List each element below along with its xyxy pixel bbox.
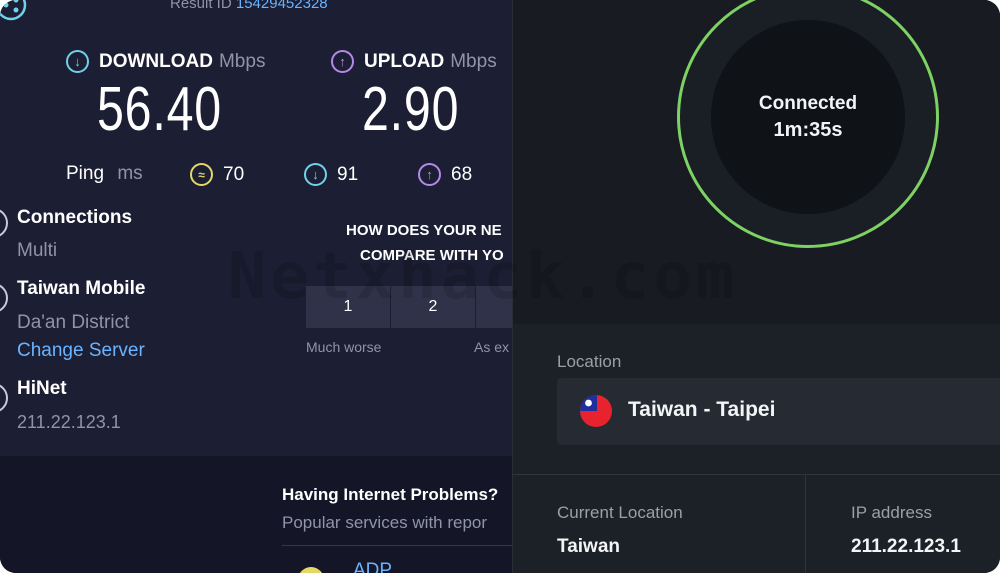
upload-label: UPLOAD	[364, 50, 445, 72]
upload-unit: Mbps	[450, 50, 497, 72]
survey-question-line1: HOW DOES YOUR NE	[346, 222, 502, 239]
survey-left-label: Much worse	[306, 339, 382, 355]
ping-label: Ping	[66, 163, 105, 184]
connection-timer: 1m:35s	[773, 119, 843, 141]
upload-value: 2.90	[362, 75, 460, 144]
problems-divider	[282, 545, 512, 546]
current-location-label: Current Location	[557, 503, 683, 522]
connections-value[interactable]: Multi	[17, 240, 57, 262]
isp-icon	[0, 383, 8, 413]
survey-option-1[interactable]: 1	[306, 286, 390, 328]
vpn-status-area: Connected 1m:35s	[513, 0, 1000, 324]
isp-ip: 211.22.123.1	[17, 412, 121, 432]
location-value: Taiwan - Taipei	[628, 398, 776, 421]
server-location: Da'an District	[17, 312, 130, 333]
connection-status: Connected	[758, 93, 858, 114]
taiwan-flag-icon	[580, 395, 612, 427]
problems-title: Having Internet Problems?	[282, 485, 499, 504]
upload-header: ↑ UPLOAD Mbps	[331, 50, 497, 73]
ping-idle-icon: ≈	[190, 163, 213, 186]
ping-download: ↓ 91	[304, 163, 358, 186]
survey-question-line2: COMPARE WITH YO	[360, 247, 504, 264]
download-header: ↓ DOWNLOAD Mbps	[66, 50, 265, 73]
download-unit: Mbps	[218, 50, 266, 72]
current-location-value: Taiwan	[557, 536, 620, 557]
server-name: Taiwan Mobile	[17, 278, 146, 299]
ping-download-icon: ↓	[304, 163, 327, 186]
result-id: Result ID 15429452328	[170, 0, 328, 12]
details-column-divider	[805, 475, 806, 573]
ping-idle-value: 70	[223, 163, 245, 185]
ip-address-label: IP address	[851, 503, 932, 522]
result-id-label: Result ID	[170, 0, 232, 12]
speedtest-panel: Result ID 15429452328 ↓ DOWNLOAD Mbps 56…	[0, 0, 512, 573]
result-id-link[interactable]: 15429452328	[236, 0, 328, 12]
survey-mid-label: As ex	[474, 339, 510, 355]
survey-option-1-label: 1	[343, 298, 353, 315]
isp-name: HiNet	[17, 378, 67, 399]
download-arrow-icon: ↓	[66, 50, 89, 73]
ping-download-value: 91	[337, 163, 359, 185]
screenshot-frame: Result ID 15429452328 ↓ DOWNLOAD Mbps 56…	[0, 0, 1000, 573]
location-selector[interactable]: Taiwan - Taipei	[557, 378, 1000, 445]
problems-item-adp[interactable]: ADP	[353, 560, 392, 573]
ping-idle: ≈ 70	[190, 163, 244, 186]
survey-option-2[interactable]: 2	[391, 286, 475, 328]
ping-upload-icon: ↑	[418, 163, 441, 186]
connection-inner-circle	[711, 20, 905, 214]
problems-section: Having Internet Problems? Popular servic…	[0, 456, 512, 573]
download-label: DOWNLOAD	[99, 50, 213, 72]
ping-upload-value: 68	[451, 163, 473, 185]
survey-option-3[interactable]	[476, 286, 512, 328]
download-value: 56.40	[97, 75, 222, 144]
ping-upload: ↑ 68	[418, 163, 472, 186]
server-icon	[0, 283, 8, 313]
vpn-panel: Connected 1m:35s Location Taiwan - Taipe…	[512, 0, 1000, 573]
problems-subtitle: Popular services with repor	[282, 513, 488, 532]
ping-unit: ms	[117, 163, 143, 184]
upload-arrow-icon: ↑	[331, 50, 354, 73]
connections-label: Connections	[17, 207, 133, 228]
vpn-details-area: Location Taiwan - Taipei Current Locatio…	[513, 324, 1000, 573]
share-icon[interactable]	[0, 0, 28, 22]
change-server-link[interactable]: Change Server	[17, 340, 145, 362]
details-divider	[513, 474, 1000, 475]
ip-address-value: 211.22.123.1	[851, 536, 961, 557]
location-label: Location	[557, 352, 622, 371]
survey-option-2-label: 2	[428, 298, 438, 315]
adp-icon	[298, 567, 324, 573]
ping-label-group: Ping ms	[66, 163, 143, 185]
connections-icon	[0, 208, 8, 238]
